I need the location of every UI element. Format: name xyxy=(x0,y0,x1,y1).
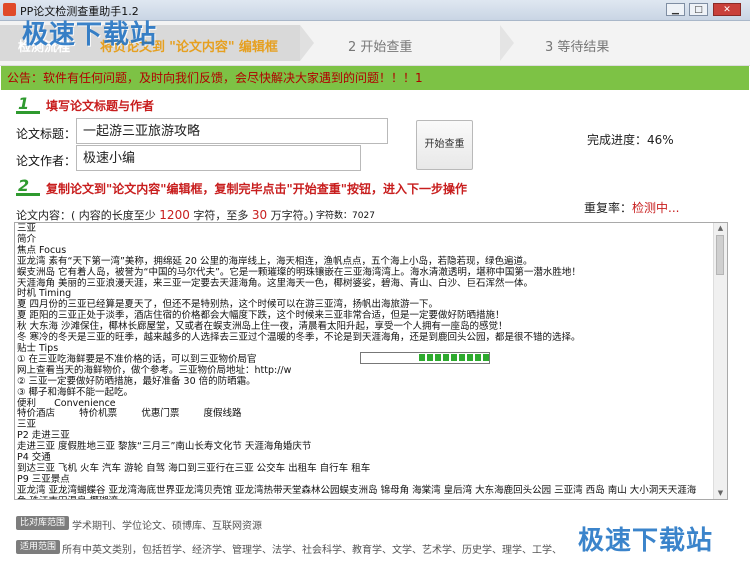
content-line: 到达三亚 飞机 火车 汽车 游轮 自驾 海口到三亚行在三亚 公交车 出租车 自行… xyxy=(17,462,371,474)
step-arrow-2 xyxy=(500,25,514,61)
content-line: ② 三亚一定要做好防晒措施，最好准备 30 倍的防晒霜。 xyxy=(17,375,256,387)
content-info-mid: 字符，至多 xyxy=(189,209,252,222)
close-icon[interactable]: ✕ xyxy=(713,3,741,16)
start-check-button[interactable]: 开始查重 xyxy=(416,120,473,170)
applicable-scope-tag: 适用范围 xyxy=(16,540,61,554)
content-info-prefix: 论文内容：( 内容的长度至少 xyxy=(16,209,160,222)
loading-segment xyxy=(419,354,425,361)
content-line: 走进三亚 度假胜地三亚 黎族“三月三”南山长寿文化节 天涯海角婚庆节 xyxy=(17,441,312,453)
scroll-thumb[interactable] xyxy=(716,235,724,275)
progress-readout: 完成进度：46% xyxy=(587,131,674,148)
char-count: 字符数：7027 xyxy=(316,208,375,221)
title-label: 论文标题： xyxy=(16,127,77,141)
notice-text: 公告：软件有任何问题，及时向我们反馈，会尽快解决大家遇到的问题！！！1 xyxy=(7,71,423,85)
compare-scope-text: 学术期刊、学位论文、硕博库、互联网资源 xyxy=(72,521,262,532)
section-1-title: 填写论文标题与作者 xyxy=(46,99,155,113)
content-line: 角 珠江南田温泉 椰瑚湾 xyxy=(17,496,713,499)
content-min: 1200 xyxy=(159,208,190,222)
progress-value: 46% xyxy=(647,133,674,147)
content-line: 冬 寒冷的冬天是三亚的旺季，越来越多的人选择去三亚过个温暖的冬季，不论是到天涯海… xyxy=(17,332,581,344)
watermark-logo-top: 极速下载站 xyxy=(22,20,158,50)
step-3: 3 等待结果 xyxy=(545,40,610,55)
content-line: 三亚 xyxy=(17,419,37,431)
notice-bar: 公告：软件有任何问题，及时向我们反馈，会尽快解决大家遇到的问题！！！1 xyxy=(1,66,749,90)
progress-label: 完成进度： xyxy=(587,133,648,147)
content-line: 蜈支洲岛 它有着人岛，被誉为“中国的马尔代夫”。它是一颗璀璨的明珠镶嵌在三亚海湾… xyxy=(17,266,581,278)
section-1-badge: 1 xyxy=(16,94,40,114)
content-line: 特价酒店 特价机票 优惠门票 度假线路 xyxy=(17,408,242,420)
content-scrollbar[interactable]: ▲ ▼ xyxy=(713,223,727,499)
loading-bar xyxy=(360,352,490,364)
duplicate-label: 重复率： xyxy=(584,201,633,215)
duplicate-value: 检测中... xyxy=(632,201,680,215)
loading-segment xyxy=(443,354,449,361)
char-count-label: 字符数： xyxy=(316,211,353,221)
content-line: 简介 xyxy=(17,233,37,245)
loading-segment xyxy=(451,354,457,361)
content-info-suffix: 万字符。) xyxy=(267,209,314,222)
minimize-icon[interactable]: ▁ xyxy=(666,3,685,16)
app-icon xyxy=(3,3,16,16)
content-info: 论文内容：( 内容的长度至少 1200 字符，至多 30 万字符。) xyxy=(16,207,313,223)
step-1-text-b: "论文内容" xyxy=(169,40,235,55)
content-line: 天涯海角 美丽的三亚浪漫天涯，来三亚一定要去天涯海角。这里海天一色，椰树婆娑，碧… xyxy=(17,277,534,289)
loading-segment xyxy=(483,354,489,361)
content-line: 亚龙湾 亚龙湾蝴蝶谷 亚龙湾海底世界亚龙湾贝壳馆 亚龙湾热带天堂森林公园蜈支洲岛… xyxy=(17,484,697,496)
content-line: 亚龙湾 素有“天下第一湾”美称，拥绵延 20 公里的海岸线上，海天相连，渔帆点点… xyxy=(17,255,533,267)
compare-scope-tag: 比对库范围 xyxy=(16,516,70,530)
content-line: 三亚 xyxy=(17,223,37,234)
step-2: 2 开始查重 xyxy=(348,40,413,55)
title-input[interactable]: 一起游三亚旅游攻略 xyxy=(76,118,388,144)
applicable-scope-text: 所有中英文类别，包括哲学、经济学、管理学、法学、社会科学、教育学、文学、艺术学、… xyxy=(62,545,562,556)
scroll-up-icon[interactable]: ▲ xyxy=(714,223,727,234)
loading-segment xyxy=(427,354,433,361)
loading-segment xyxy=(467,354,473,361)
content-line: ③ 椰子和海鲜不能一起吃。 xyxy=(17,386,134,398)
section-2-badge: 2 xyxy=(16,176,40,196)
loading-segment xyxy=(475,354,481,361)
loading-segment xyxy=(435,354,441,361)
maximize-icon[interactable]: □ xyxy=(689,3,708,16)
step-arrow-1 xyxy=(300,25,314,61)
author-label: 论文作者： xyxy=(16,154,77,168)
char-count-value: 7027 xyxy=(352,211,375,221)
step-1-text-c: 编辑框 xyxy=(238,40,278,55)
loading-segment xyxy=(459,354,465,361)
author-input[interactable]: 极速小编 xyxy=(76,145,361,171)
section-2-title: 复制论文到"论文内容"编辑框，复制完毕点击"开始查重"按钮，进入下一步操作 xyxy=(46,182,468,196)
scroll-down-icon[interactable]: ▼ xyxy=(714,488,727,499)
content-max: 30 xyxy=(251,208,268,222)
watermark-logo-bottom: 极速下载站 xyxy=(578,526,714,556)
duplicate-rate: 重复率：检测中... xyxy=(584,199,679,216)
